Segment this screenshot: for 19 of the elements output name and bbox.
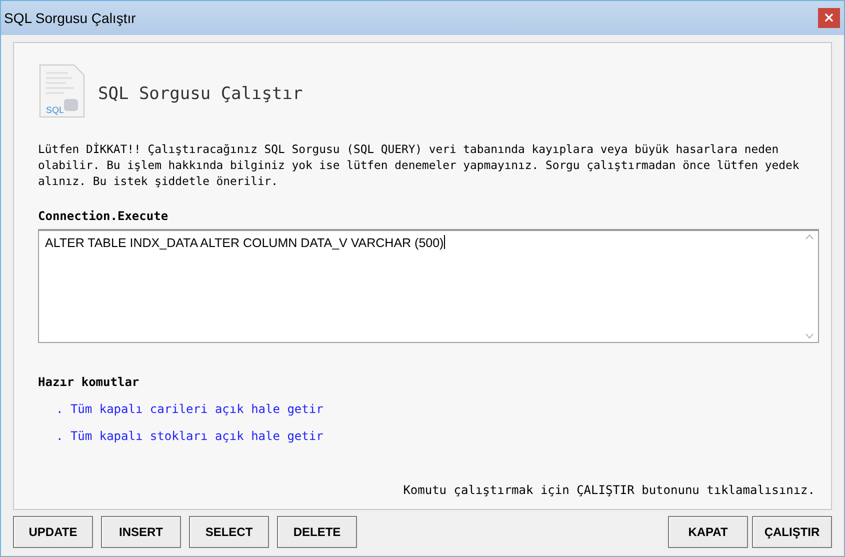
action-button[interactable]: SELECT bbox=[189, 516, 269, 548]
scroll-down-icon[interactable] bbox=[805, 333, 814, 339]
action-button[interactable]: ÇALIŞTIR bbox=[752, 516, 832, 548]
warning-text: Lütfen DİKKAT!! Çalıştıracağınız SQL Sorgusu (SQL QUERY) veri tabanında kayıplara veya büyük hasarlara neden olabilir. Bu işlem hakkında bilginiz yok ise lütfen denemeler yapmayınız. Sorgu çalıştırmadan önce lütfen yedek alınız. Bu istek şiddetle önerilir. bbox=[38, 141, 800, 189]
query-field[interactable]: ALTER TABLE INDX_DATA ALTER COLUMN DATA_V VARCHAR (500) bbox=[38, 229, 819, 343]
preset-link[interactable]: . Tüm kapalı carileri açık hale getir bbox=[56, 402, 324, 416]
dialog-heading: SQL Sorgusu Çalıştır bbox=[98, 84, 303, 104]
section-label: Hazır komutlar bbox=[38, 375, 140, 389]
close-button[interactable]: × bbox=[818, 8, 840, 28]
action-button[interactable]: DELETE bbox=[277, 516, 357, 548]
action-button[interactable]: INSERT bbox=[101, 516, 181, 548]
sql-file-icon: SQL bbox=[38, 63, 86, 119]
field-label: Connection.Execute bbox=[38, 209, 170, 223]
preset-link[interactable]: . Tüm kapalı stokları açık hale getir bbox=[56, 429, 324, 443]
window-title: SQL Sorgusu Çalıştır bbox=[4, 10, 136, 26]
hint-text: Komutu çalıştırmak için ÇALIŞTIR butonunu tıklamalısınız. bbox=[403, 483, 815, 497]
action-button[interactable]: KAPAT bbox=[668, 516, 748, 548]
action-button[interactable]: UPDATE bbox=[13, 516, 93, 548]
scroll-up-icon[interactable] bbox=[805, 234, 814, 240]
